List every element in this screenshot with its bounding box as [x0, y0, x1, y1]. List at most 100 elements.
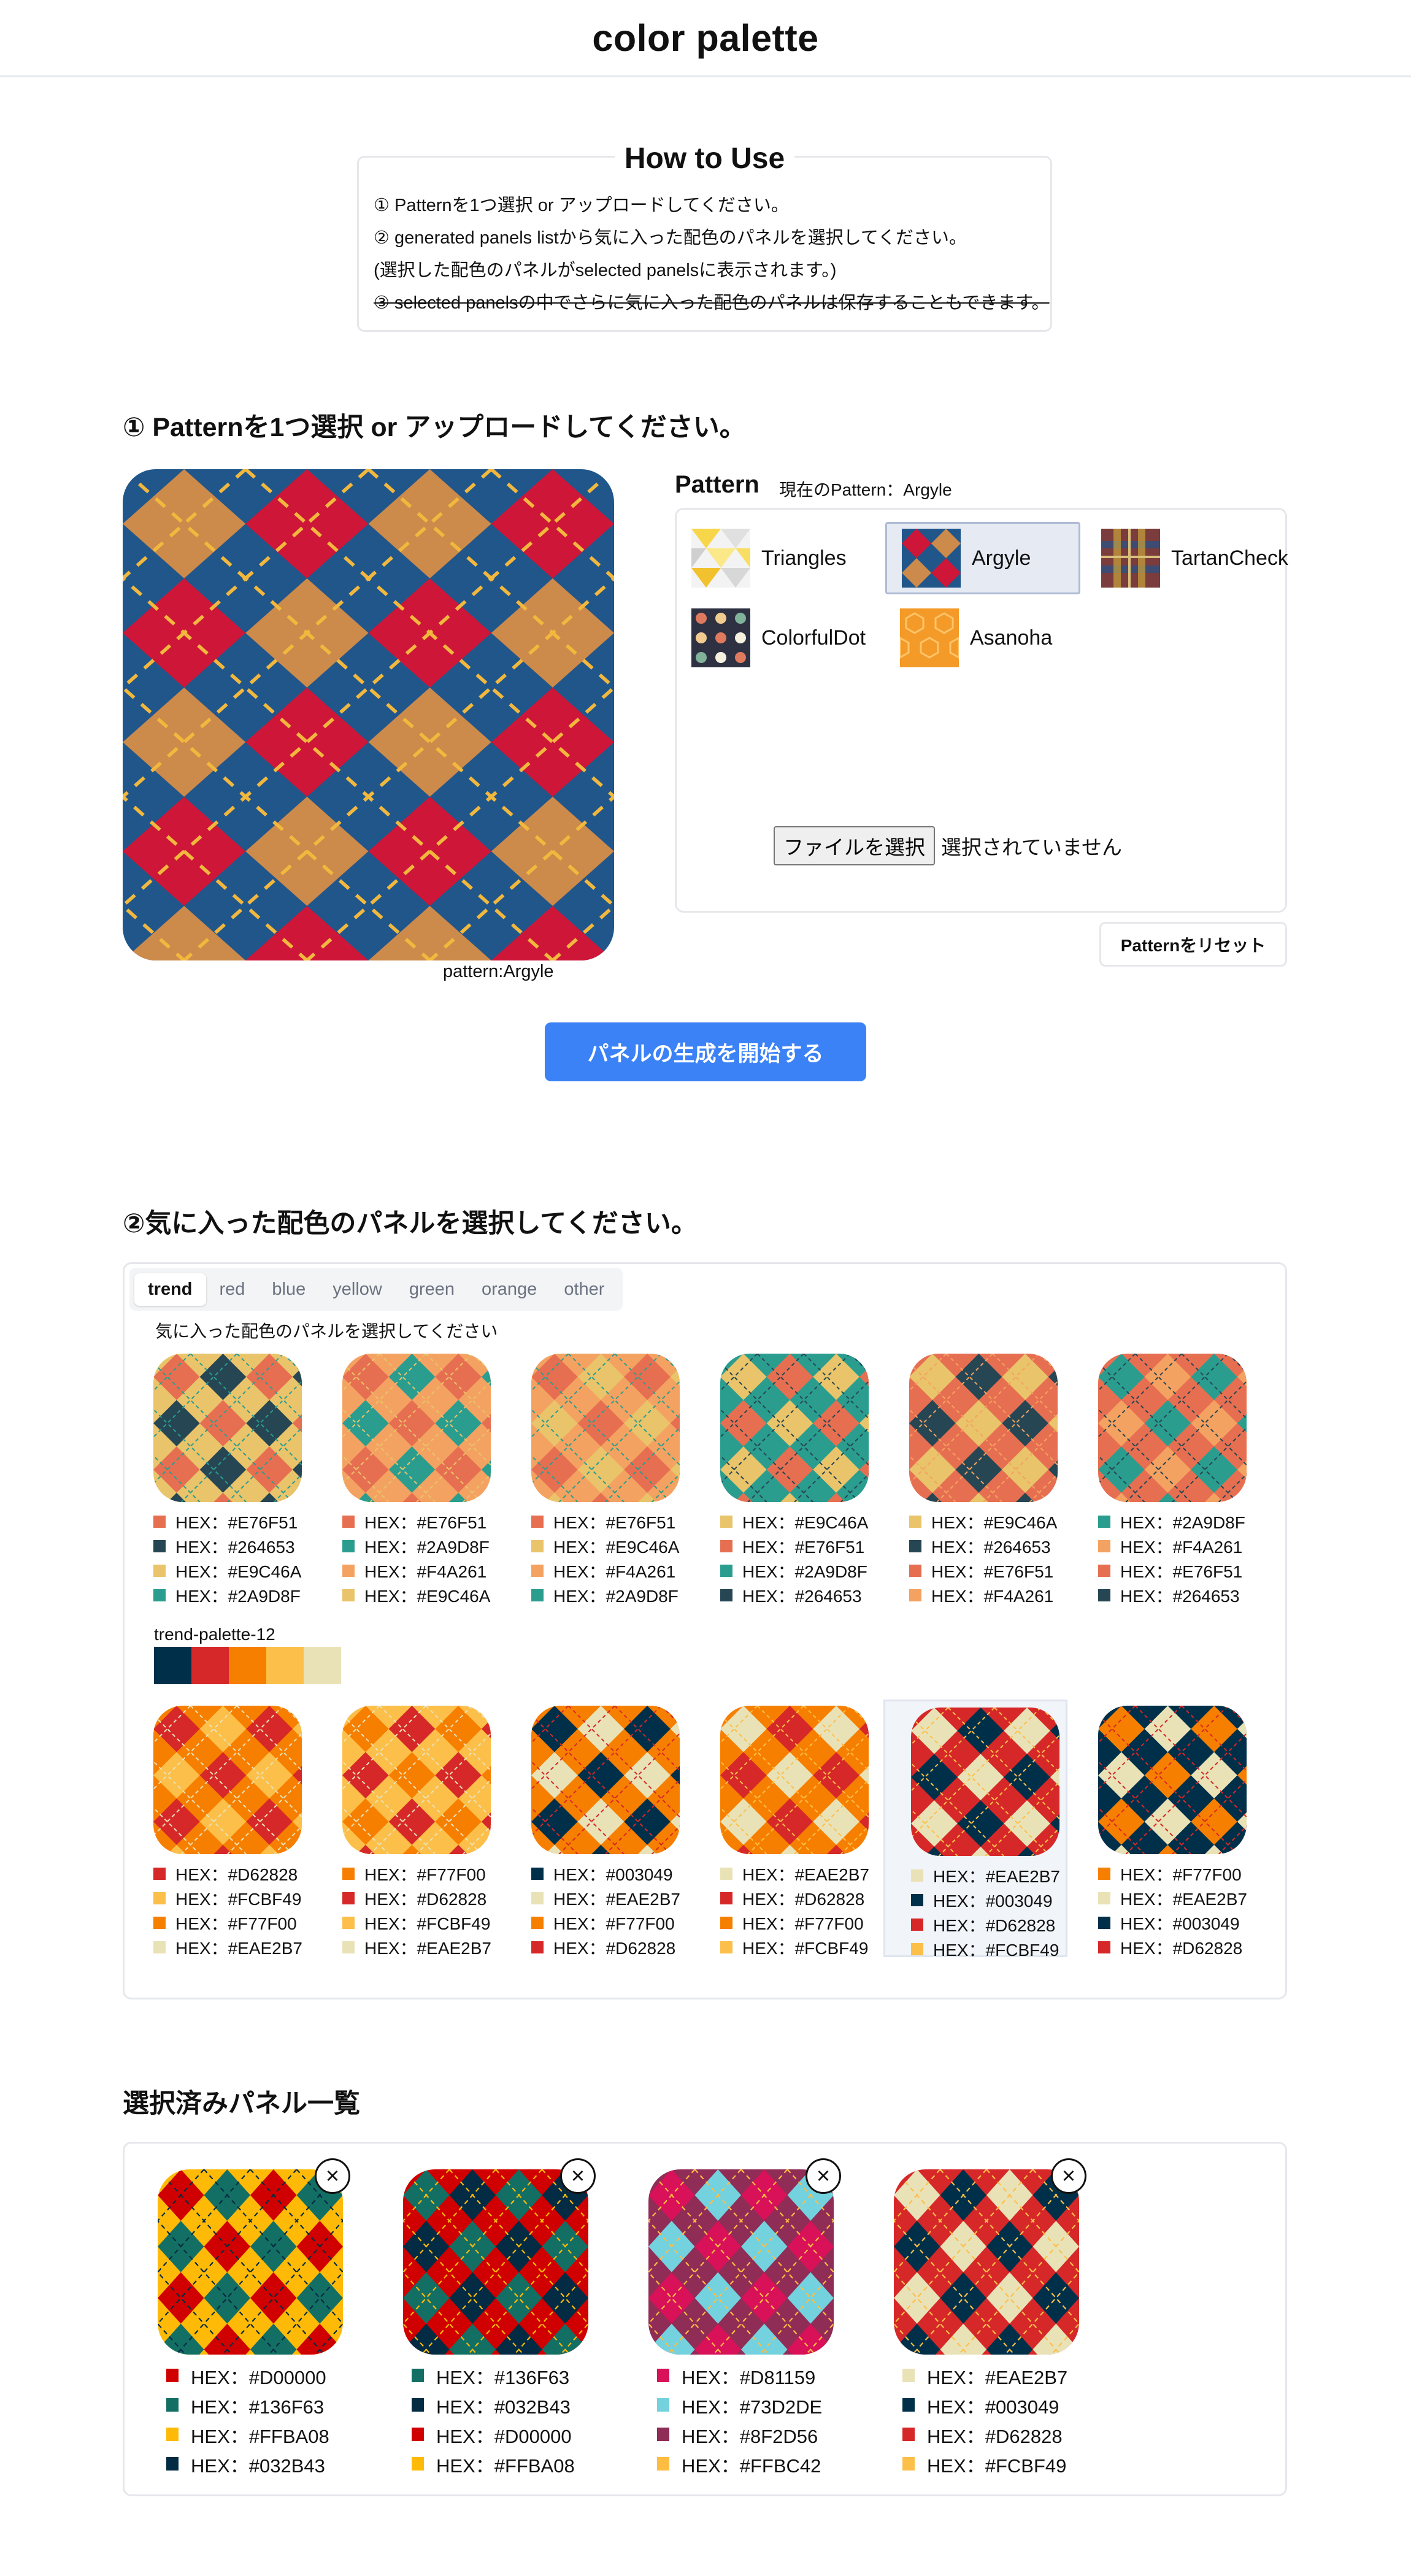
hex-label: HEX：#D62828 [553, 1939, 676, 1958]
pattern-option-tartan[interactable]: TartanCheck [1086, 522, 1289, 594]
hex-label: HEX：#264653 [742, 1587, 862, 1606]
color-swatch [902, 2398, 915, 2412]
hex-label: HEX：#FCBF49 [927, 2455, 1067, 2477]
selected-panel-image [403, 2169, 588, 2355]
tab-trend[interactable]: trend [134, 1273, 206, 1306]
color-swatch [720, 1868, 732, 1880]
tab-green[interactable]: green [396, 1273, 468, 1306]
hex-label: HEX：#D00000 [436, 2425, 572, 2447]
color-entry: HEX：#E9C46A [531, 1534, 679, 1558]
selected-panel-colors: HEX：#136F63 HEX：#032B43 HEX：#D00000 HEX：#FF… [412, 2361, 575, 2478]
selected-panel-colors: HEX：#D00000 HEX：#136F63 HEX：#FFBA08 HEX：#03… [166, 2361, 329, 2478]
selected-panels-heading: 選択済みパネル一覧 [123, 2089, 360, 2118]
how-to-step-3: ③ selected panelsの中でさらに気に入った配色のパネルは保存するこ… [374, 293, 1050, 313]
panel-pattern-image [720, 1706, 869, 1854]
tab-other[interactable]: other [550, 1273, 618, 1306]
tab-red[interactable]: red [206, 1273, 259, 1306]
color-entry: HEX：#003049 [902, 2390, 1067, 2420]
color-swatch [720, 1540, 732, 1552]
color-entry: HEX：#FCBF49 [902, 2449, 1067, 2478]
color-entry: HEX：#F4A261 [531, 1558, 679, 1583]
generated-panel[interactable]: HEX：#EAE2B7 HEX：#003049 HEX：#D62828 HEX：#FC… [883, 1700, 1067, 1960]
panel-pattern-image [342, 1706, 491, 1854]
color-swatch [531, 1868, 544, 1880]
hex-label: HEX：#EAE2B7 [933, 1867, 1060, 1886]
hex-label: HEX：#003049 [933, 1892, 1053, 1911]
color-entry: HEX：#8F2D56 [657, 2420, 822, 2449]
hex-label: HEX：#264653 [931, 1538, 1051, 1557]
color-swatch [531, 1516, 544, 1528]
color-swatch [1098, 1941, 1110, 1953]
pattern-option-asanoha[interactable]: Asanoha [885, 602, 1080, 674]
pattern-selector: Triangles Argyle TartanCheck ColorfulDot… [675, 508, 1289, 913]
selected-panel: × HEX：#D81159 HEX：#73D2DE HEX：#8F2D56 HEX：#F… [618, 2144, 851, 2487]
color-swatch [911, 1919, 923, 1931]
start-generation-button[interactable]: パネルの生成を開始する [545, 1022, 866, 1081]
color-entry: HEX：#EAE2B7 [342, 1935, 491, 1960]
hex-label: HEX：#E76F51 [553, 1513, 676, 1532]
generated-panel[interactable]: HEX：#E76F51 HEX：#2A9D8F HEX：#F4A261 HEX：#E9… [317, 1347, 501, 1608]
hex-label: HEX：#D62828 [175, 1865, 298, 1884]
palette-color [304, 1647, 341, 1684]
hex-label: HEX：#2A9D8F [1120, 1513, 1245, 1532]
color-entry: HEX：#E9C46A [342, 1583, 490, 1608]
hex-label: HEX：#EAE2B7 [927, 2366, 1068, 2388]
hex-label: HEX：#FFBC42 [682, 2455, 821, 2477]
panel-pattern-image [911, 1708, 1059, 1856]
hex-label: HEX：#73D2DE [682, 2396, 823, 2418]
hex-label: HEX：#2A9D8F [175, 1587, 301, 1606]
color-entry: HEX：#E76F51 [1098, 1558, 1245, 1583]
close-icon[interactable]: × [560, 2158, 596, 2194]
close-icon[interactable]: × [805, 2158, 841, 2194]
generated-panel[interactable]: HEX：#EAE2B7 HEX：#D62828 HEX：#F77F00 HEX：#FC… [694, 1700, 879, 1960]
color-entry: HEX：#D00000 [412, 2420, 575, 2449]
pattern-option-triangles[interactable]: Triangles [677, 522, 879, 594]
close-icon[interactable]: × [315, 2158, 350, 2194]
generated-panel[interactable]: HEX：#E9C46A HEX：#E76F51 HEX：#2A9D8F HEX：#26… [694, 1347, 879, 1606]
color-swatch [720, 1941, 732, 1953]
generated-panel[interactable]: HEX：#003049 HEX：#EAE2B7 HEX：#F77F00 HEX：#D6… [506, 1700, 690, 1958]
color-entry: HEX：#EAE2B7 [531, 1886, 680, 1911]
generated-panel[interactable]: HEX：#2A9D8F HEX：#F4A261 HEX：#E76F51 HEX：#26… [1072, 1347, 1256, 1606]
hex-label: HEX：#D81159 [682, 2366, 816, 2388]
color-swatch [153, 1941, 166, 1953]
panel-color-list: HEX：#F77F00 HEX：#EAE2B7 HEX：#003049 HEX：#D6… [1098, 1861, 1247, 1960]
color-swatch [153, 1565, 166, 1577]
panel-color-list: HEX：#EAE2B7 HEX：#D62828 HEX：#F77F00 HEX：#FC… [720, 1861, 869, 1960]
color-entry: HEX：#032B43 [166, 2449, 329, 2478]
file-select-button[interactable]: ファイルを選択 [774, 826, 935, 865]
generated-panel[interactable]: HEX：#E76F51 HEX：#E9C46A HEX：#F4A261 HEX：#2A… [506, 1347, 690, 1606]
color-entry: HEX：#FFBA08 [166, 2420, 329, 2449]
pattern-reset-button[interactable]: Patternをリセット [1099, 922, 1287, 967]
generated-panel[interactable]: HEX：#F77F00 HEX：#EAE2B7 HEX：#003049 HEX：#D6… [1072, 1700, 1256, 1960]
pattern-option-argyle[interactable]: Argyle [885, 522, 1080, 594]
color-swatch [657, 2398, 669, 2412]
close-icon[interactable]: × [1051, 2158, 1086, 2194]
panel-pattern-image [909, 1354, 1058, 1502]
hex-label: HEX：#FCBF49 [364, 1914, 491, 1933]
hex-label: HEX：#003049 [927, 2396, 1059, 2418]
generated-panel[interactable]: HEX：#E9C46A HEX：#264653 HEX：#E76F51 HEX：#F4… [883, 1347, 1067, 1606]
tab-blue[interactable]: blue [258, 1273, 319, 1306]
color-entry: HEX：#E9C46A [720, 1509, 868, 1534]
generated-panel[interactable]: HEX：#E76F51 HEX：#264653 HEX：#E9C46A HEX：#2A… [128, 1347, 312, 1606]
tab-orange[interactable]: orange [468, 1273, 550, 1306]
generated-panel[interactable]: HEX：#D62828 HEX：#FCBF49 HEX：#F77F00 HEX：#EA… [128, 1700, 312, 1958]
generated-panels-hint: 気に入った配色のパネルを選択してください [155, 1322, 498, 1341]
generated-panel[interactable]: HEX：#F77F00 HEX：#D62828 HEX：#FCBF49 HEX：#EA… [317, 1700, 501, 1960]
panel-pattern-image [531, 1706, 680, 1854]
color-entry: HEX：#E76F51 [342, 1509, 490, 1534]
hex-label: HEX：#F77F00 [175, 1914, 297, 1933]
tab-yellow[interactable]: yellow [319, 1273, 396, 1306]
file-status: 選択されていません [941, 836, 1123, 859]
hex-label: HEX：#F77F00 [1120, 1865, 1242, 1884]
color-swatch [902, 2457, 915, 2471]
pattern-option-colorfuldot[interactable]: ColorfulDot [677, 602, 879, 674]
color-entry: HEX：#003049 [911, 1888, 1060, 1912]
color-swatch [720, 1892, 732, 1904]
hex-label: HEX：#003049 [553, 1865, 673, 1884]
color-swatch [1098, 1917, 1110, 1929]
hex-label: HEX：#EAE2B7 [1120, 1890, 1247, 1909]
color-swatch [1098, 1892, 1110, 1904]
color-swatch [166, 2369, 179, 2382]
